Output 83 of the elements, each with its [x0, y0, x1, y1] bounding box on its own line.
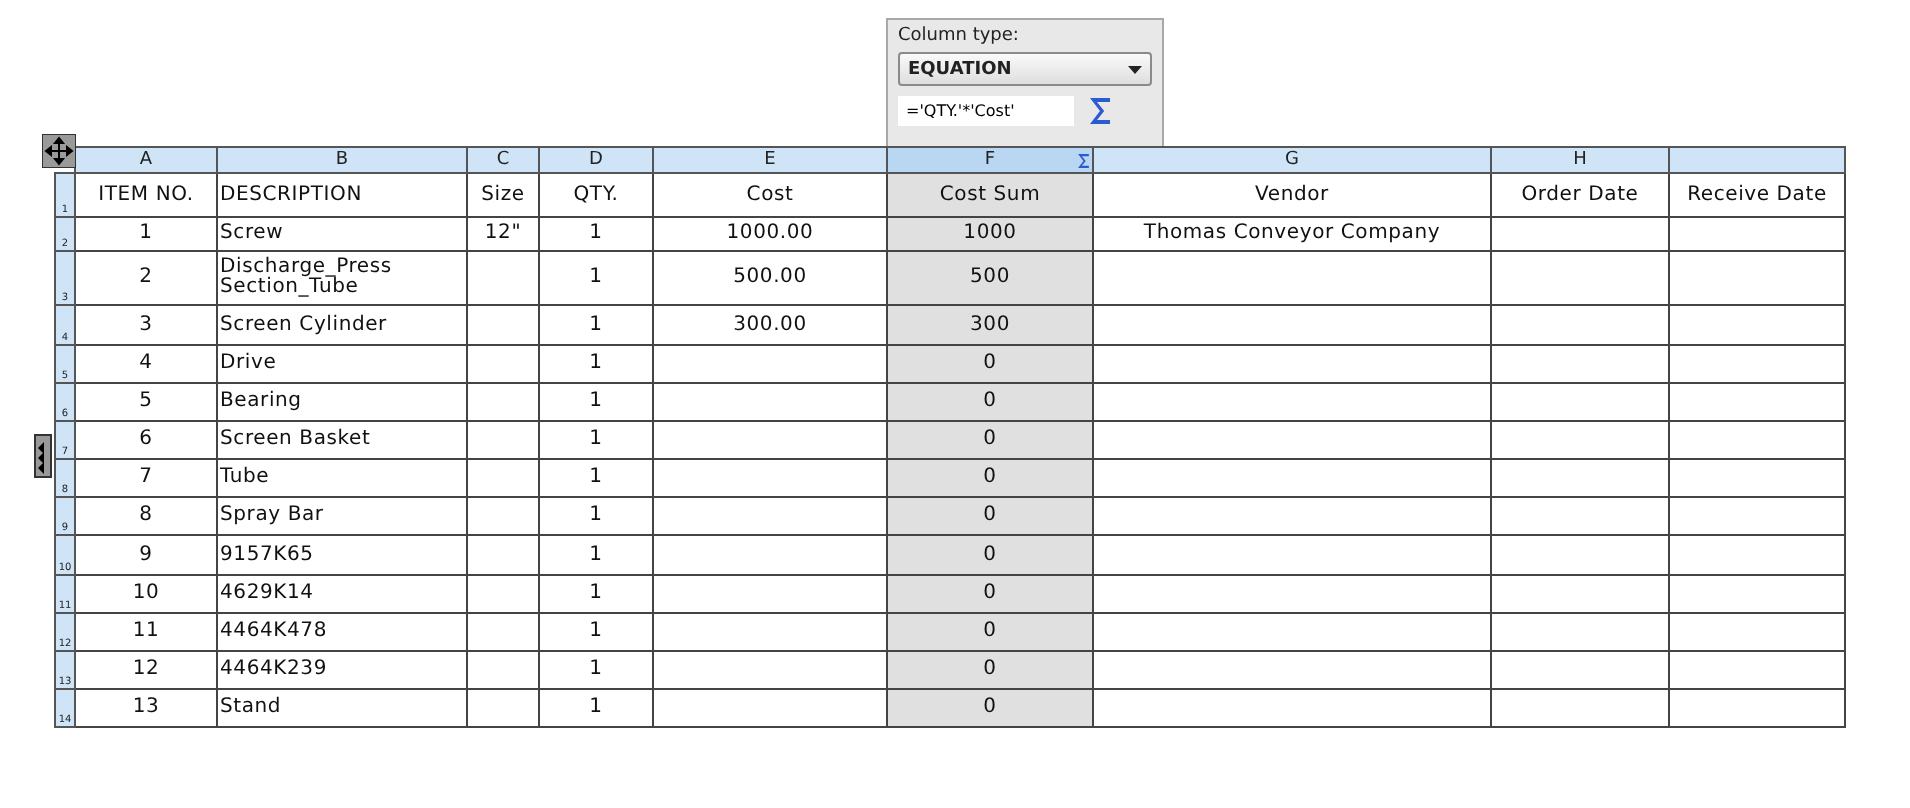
row-collapse-handle-icon[interactable] — [34, 434, 52, 478]
table-cell-text: Screen Basket — [220, 430, 373, 450]
table-cell-text: 3 — [137, 315, 155, 335]
table-cell-text: 0 — [981, 584, 999, 604]
table-cell-text: 0 — [981, 660, 999, 680]
table-cell-text: 9157K65 — [220, 545, 316, 565]
table-cell-text: 0 — [981, 430, 999, 450]
table-cell-text: Tube — [220, 468, 272, 488]
column-letter[interactable]: F — [887, 147, 1093, 173]
table-cell-text: 4464K239 — [220, 660, 329, 680]
table-cell-text: 6 — [137, 430, 155, 450]
column-letter[interactable]: H — [1491, 147, 1669, 173]
column-letter[interactable]: B — [217, 147, 467, 173]
column-letter[interactable]: G — [1093, 147, 1491, 173]
table-cell-text: 5 — [137, 392, 155, 412]
table-cell-text: 1 — [587, 315, 605, 335]
table-cell-text: 1 — [587, 584, 605, 604]
column-letter[interactable]: C — [467, 147, 539, 173]
column-type-select[interactable]: EQUATION — [898, 52, 1152, 86]
table-cell-text: 12 — [130, 660, 162, 680]
column-header: Receive Date — [1685, 185, 1829, 205]
table-cell-text: 1 — [587, 545, 605, 565]
caret-icon — [1128, 65, 1142, 73]
table-cell-text: 4464K478 — [220, 622, 329, 642]
column-header: Cost — [744, 185, 796, 205]
table-cell-text: 2 — [137, 268, 155, 288]
table-cell-text: Screw — [220, 224, 286, 244]
table-cell-text: 4 — [137, 354, 155, 374]
table-cell-text: 11 — [130, 622, 162, 642]
table-cell-text: 0 — [981, 468, 999, 488]
table-cell-text: 1 — [587, 622, 605, 642]
table-cell-text: 1 — [587, 506, 605, 526]
table-cell-text: 300.00 — [731, 315, 809, 335]
column-header: ITEM NO. — [96, 185, 196, 205]
table-cell-text: 9 — [137, 545, 155, 565]
table-cell-text: 0 — [981, 545, 999, 565]
column-type-label: Column type: — [898, 26, 1021, 46]
column-letter[interactable] — [1669, 147, 1845, 173]
table-cell-text: 1 — [587, 392, 605, 412]
column-header: Order Date — [1519, 185, 1641, 205]
table-cell-text: 4629K14 — [220, 584, 316, 604]
table-cell-text: 500.00 — [731, 268, 809, 288]
sum-icon — [1078, 154, 1090, 168]
table-cell-text: 0 — [981, 698, 999, 718]
table-cell-text: 500 — [968, 268, 1012, 288]
table-cell-text: 1 — [587, 354, 605, 374]
table-cell-text: 13 — [130, 698, 162, 718]
table-cell-text: 10 — [130, 584, 162, 604]
table-cell-text: 8 — [137, 506, 155, 526]
sum-icon[interactable] — [1090, 98, 1112, 124]
column-header: Size — [479, 185, 527, 205]
column-letter[interactable]: D — [539, 147, 653, 173]
table-cell-text: 1000 — [961, 224, 1019, 244]
table-cell-text: 1 — [587, 224, 605, 244]
table-cell-text: 1 — [587, 268, 605, 288]
equation-field[interactable]: ='QTY.'*'Cost' — [898, 96, 1074, 126]
table-cell-text: Screen Cylinder — [220, 315, 389, 335]
table-cell-text: Drive — [220, 354, 279, 374]
table-cell-text: 0 — [981, 354, 999, 374]
table-cell-text: 1 — [587, 468, 605, 488]
column-header: QTY. — [571, 185, 621, 205]
table-cell-text: Bearing — [220, 392, 304, 412]
table-cell-text: Discharge_Press Section_Tube — [220, 258, 394, 298]
table-cell-text: 1 — [587, 698, 605, 718]
column-letter[interactable]: E — [653, 147, 887, 173]
move-handle-icon[interactable] — [42, 134, 76, 168]
column-header: Cost Sum — [937, 185, 1043, 205]
table-cell-text: 300 — [968, 315, 1012, 335]
table-cell-text: Spray Bar — [220, 506, 326, 526]
table-cell-text: 1 — [587, 660, 605, 680]
column-letter[interactable]: A — [75, 147, 217, 173]
table-cell-text: 1 — [587, 430, 605, 450]
table-cell-text: 7 — [137, 468, 155, 488]
table-cell-text: 12" — [482, 224, 524, 244]
table-cell-text: 1 — [137, 224, 155, 244]
table-cell-text: 1000.00 — [724, 224, 816, 244]
table-cell-text: 0 — [981, 622, 999, 642]
column-header: Vendor — [1253, 185, 1331, 205]
table-cell-text: 0 — [981, 506, 999, 526]
table-cell-text: 0 — [981, 392, 999, 412]
table-cell-text: Thomas Conveyor Company — [1141, 224, 1443, 244]
column-header: DESCRIPTION — [220, 185, 364, 205]
table-cell-text: Stand — [220, 698, 284, 718]
